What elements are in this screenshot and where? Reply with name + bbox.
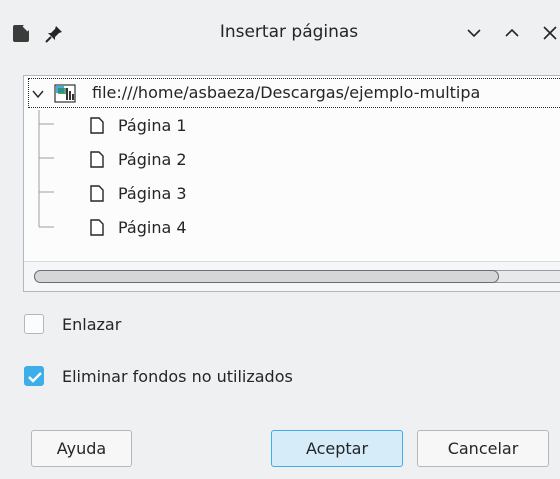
scrollbar-thumb[interactable] — [34, 270, 499, 283]
page-icon — [90, 116, 104, 134]
ok-button[interactable]: Aceptar — [271, 430, 403, 467]
delete-backgrounds-checkbox[interactable] — [24, 366, 44, 386]
tree-item-page-1[interactable]: Página 1 — [90, 112, 187, 138]
delete-backgrounds-option[interactable]: Eliminar fondos no utilizados — [24, 366, 293, 386]
tree-item-page-3[interactable]: Página 3 — [90, 180, 187, 206]
tree-item-label: Página 3 — [118, 183, 187, 203]
title-bar[interactable]: Insertar páginas — [0, 0, 560, 64]
help-button[interactable]: Ayuda — [31, 430, 132, 467]
tree-item-label: Página 1 — [118, 115, 187, 135]
horizontal-scrollbar[interactable] — [24, 261, 560, 291]
tree-item-label: Página 4 — [118, 217, 187, 237]
tree-branch-lines — [38, 110, 54, 228]
checkmark-icon — [28, 372, 42, 383]
tree-root-item[interactable]: file:///home/asbaeza/Descargas/ejemplo-m… — [28, 78, 560, 108]
page-icon — [90, 218, 104, 236]
delete-backgrounds-label: Eliminar fondos no utilizados — [62, 366, 293, 386]
page-icon — [90, 150, 104, 168]
maximize-icon[interactable] — [503, 24, 521, 42]
tree-root-label: file:///home/asbaeza/Descargas/ejemplo-m… — [92, 83, 481, 102]
tree-item-label: Página 2 — [118, 149, 187, 169]
page-icon — [90, 184, 104, 202]
pages-tree[interactable]: file:///home/asbaeza/Descargas/ejemplo-m… — [23, 75, 560, 292]
link-option[interactable]: Enlazar — [24, 314, 121, 334]
close-icon[interactable] — [541, 24, 559, 42]
presentation-file-icon — [54, 84, 76, 103]
link-label: Enlazar — [62, 314, 122, 334]
chevron-down-icon[interactable] — [31, 87, 45, 101]
cancel-button[interactable]: Cancelar — [417, 430, 549, 467]
tree-item-page-4[interactable]: Página 4 — [90, 214, 187, 240]
minimize-icon[interactable] — [465, 24, 483, 42]
tree-item-page-2[interactable]: Página 2 — [90, 146, 187, 172]
link-checkbox[interactable] — [24, 314, 44, 334]
